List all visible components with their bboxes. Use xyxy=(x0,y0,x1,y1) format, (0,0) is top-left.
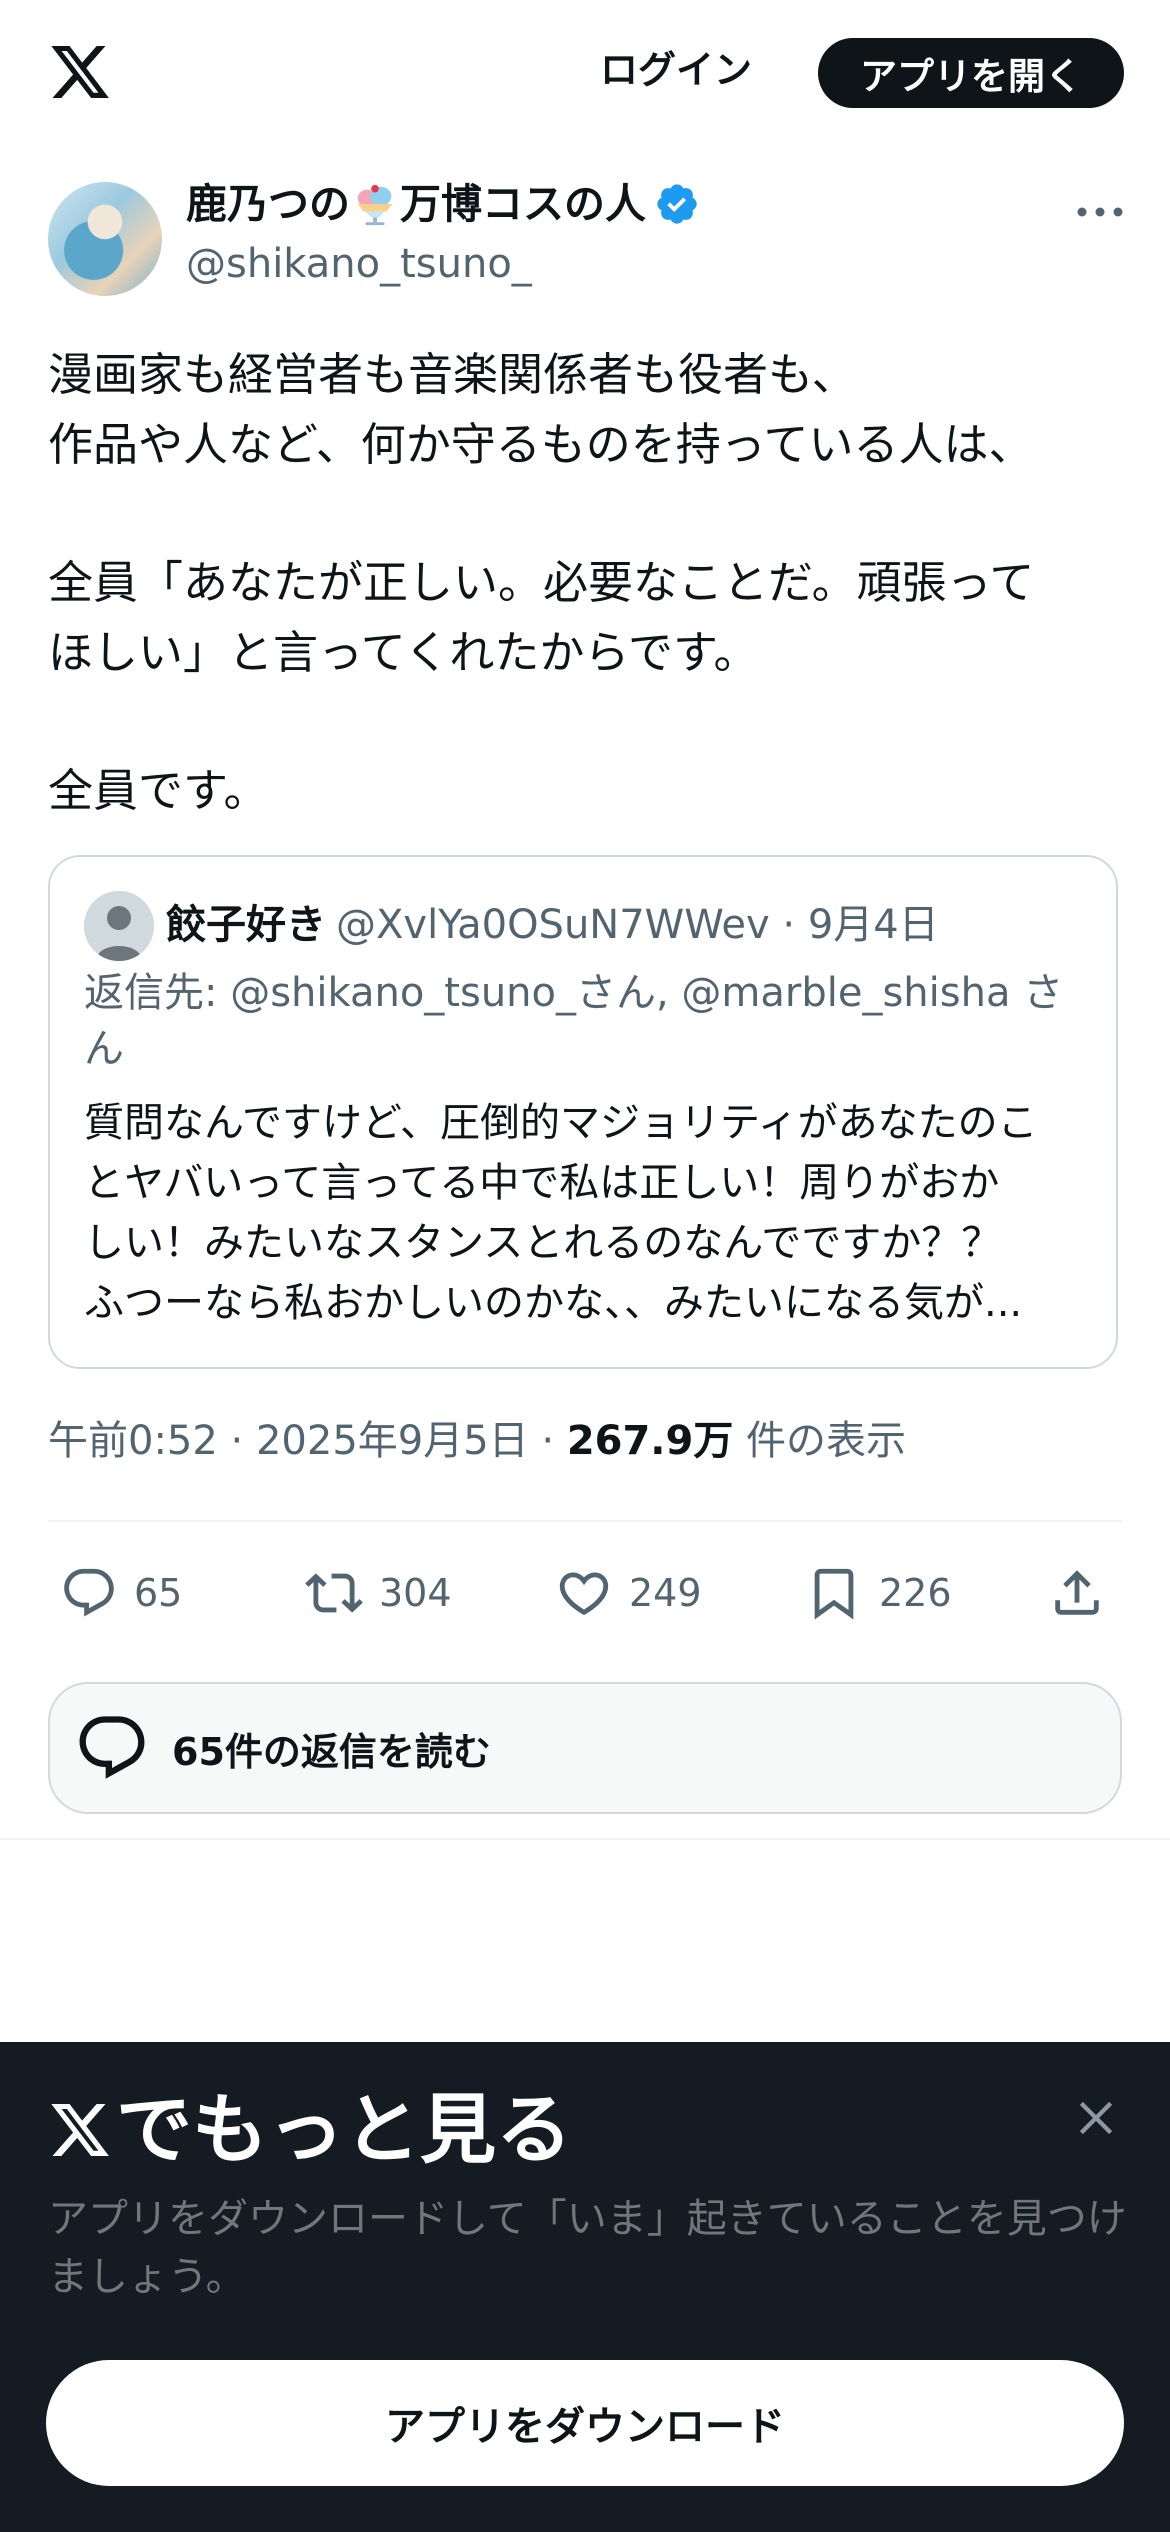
author-name-part1: 鹿乃つの xyxy=(186,180,350,228)
quoted-line: しい！みたいなスタンスとれるのなんでですか？？ xyxy=(84,1220,1002,1266)
tweet-line: 全員「あなたが正しい。必要なことだ。頑張って xyxy=(48,556,1035,609)
banner-title: でもっと見る xyxy=(48,2080,572,2180)
reply-count: 65 xyxy=(134,1571,183,1615)
views-label: 件の表示 xyxy=(733,1418,907,1464)
banner-title-text: でもっと見る xyxy=(116,2085,572,2174)
tweet-line: 作品や人など、何か守るものを持っている人は、 xyxy=(48,418,1034,471)
like-count: 249 xyxy=(629,1571,702,1615)
login-link[interactable]: ログイン xyxy=(600,38,752,102)
quoted-meta: @XvlYa0OSuN7WWev · 9月4日 xyxy=(336,902,939,948)
like-icon xyxy=(559,1572,609,1616)
author-avatar[interactable] xyxy=(48,182,162,296)
default-avatar-icon xyxy=(84,891,154,961)
bookmark-count: 226 xyxy=(879,1571,952,1615)
retweet-count: 304 xyxy=(379,1571,452,1615)
reply-icon xyxy=(64,1568,114,1617)
quoted-author-name[interactable]: 餃子好き xyxy=(166,902,326,948)
author-handle[interactable]: @shikano_tsuno_ xyxy=(186,238,532,290)
x-logo-icon xyxy=(51,2104,109,2156)
read-replies-label: 65件の返信を読む xyxy=(172,1729,491,1774)
divider xyxy=(48,1520,1122,1522)
banner-description: アプリをダウンロードして「いま」起きていることを見つけましょう。 xyxy=(48,2196,1127,2300)
retweet-icon xyxy=(305,1573,363,1613)
bookmark-icon xyxy=(814,1568,854,1620)
tweet-line: 全員です。 xyxy=(48,764,269,817)
share-icon xyxy=(1055,1570,1099,1615)
tweet-text: 漫画家も経営者も音楽関係者も役者も、 作品や人など、何か守るものを持っている人は… xyxy=(48,340,1128,826)
parfait-emoji-icon xyxy=(357,184,393,226)
tweet-line: 漫画家も経営者も音楽関係者も役者も、 xyxy=(48,348,857,401)
x-logo-icon[interactable] xyxy=(48,40,112,104)
timestamp-text[interactable]: 午前0:52 · 2025年9月5日 · xyxy=(48,1418,567,1464)
read-replies-button[interactable]: 65件の返信を読む xyxy=(48,1682,1122,1814)
views-count: 267.9万 xyxy=(566,1418,734,1464)
quoted-text: 質問なんですけど、圧倒的マジョリティがあなたのこ とヤバいって言ってる中で私は正… xyxy=(84,1093,1084,1333)
author-name[interactable]: 鹿乃つの 万博コスの人 xyxy=(186,176,700,232)
quoted-line: 質問なんですけど、圧倒的マジョリティがあなたのこ xyxy=(84,1100,1038,1146)
quoted-reply-to: 返信先: @shikano_tsuno_さん, @marble_shisha さ… xyxy=(84,970,1064,1072)
replies-bubble-icon xyxy=(79,1716,145,1779)
quoted-line: とヤバいって言ってる中で私は正しい！周りがおか xyxy=(84,1160,1000,1206)
quoted-header: 餃子好き @XvlYa0OSuN7WWev · 9月4日 xyxy=(166,897,939,953)
verified-badge-icon xyxy=(657,184,697,224)
quoted-avatar xyxy=(84,891,154,961)
bookmark-button[interactable]: 226 xyxy=(805,1558,952,1628)
quoted-line: ふつーなら私おかしいのかな、、みたいになる気が... xyxy=(84,1280,1023,1326)
close-icon[interactable] xyxy=(1070,2092,1122,2144)
tweet-timestamp: 午前0:52 · 2025年9月5日 · 267.9万 件の表示 xyxy=(48,1413,906,1469)
tweet-line: ほしい」と言ってくれたからです。 xyxy=(48,626,759,679)
retweet-button[interactable]: 304 xyxy=(305,1558,452,1628)
divider xyxy=(0,1838,1170,1840)
more-icon[interactable] xyxy=(1070,190,1130,234)
author-name-part2: 万博コスの人 xyxy=(400,180,646,228)
download-app-button[interactable]: アプリをダウンロード xyxy=(46,2360,1124,2486)
share-button[interactable] xyxy=(1048,1558,1122,1628)
like-button[interactable]: 249 xyxy=(555,1558,702,1628)
reply-button[interactable]: 65 xyxy=(60,1558,182,1628)
quoted-tweet-card[interactable]: 餃子好き @XvlYa0OSuN7WWev · 9月4日 返信先: @shikan… xyxy=(48,855,1118,1369)
open-app-button[interactable]: アプリを開く xyxy=(818,38,1124,108)
